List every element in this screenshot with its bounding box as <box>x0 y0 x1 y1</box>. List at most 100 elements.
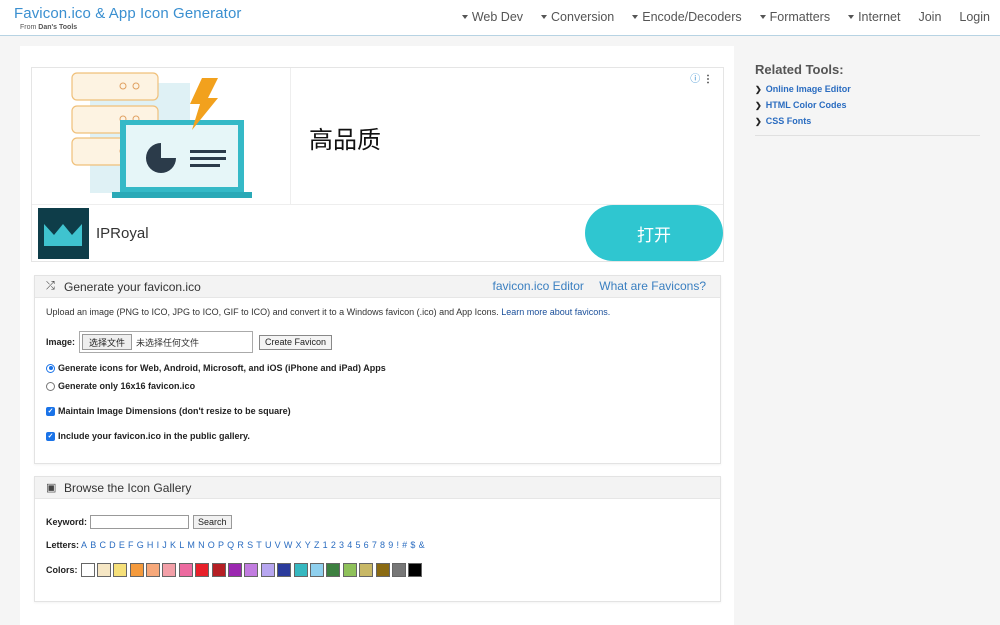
search-button[interactable]: Search <box>193 515 232 529</box>
letter-link[interactable]: C <box>99 540 106 550</box>
sidebar-link[interactable]: Online Image Editor <box>766 84 851 94</box>
letter-link[interactable]: E <box>119 540 125 550</box>
letter-link[interactable]: # <box>402 540 407 550</box>
nav-web-dev[interactable]: Web Dev <box>461 10 523 24</box>
color-swatch[interactable] <box>375 563 390 577</box>
checkbox-public-gallery[interactable]: ✓ <box>46 431 55 441</box>
color-swatch[interactable] <box>309 563 324 577</box>
color-swatch[interactable] <box>228 563 243 577</box>
ad-open-button[interactable]: 打开 <box>585 205 723 261</box>
color-swatch[interactable] <box>244 563 259 577</box>
nav-internet[interactable]: Internet <box>848 10 900 24</box>
keyword-input[interactable] <box>90 515 190 529</box>
letter-link[interactable]: D <box>109 540 116 550</box>
color-swatch[interactable] <box>80 563 95 577</box>
ad-banner[interactable]: 高品质 ⓘ ⋮ <box>32 68 723 204</box>
color-swatch[interactable] <box>146 563 161 577</box>
color-swatch[interactable] <box>342 563 357 577</box>
checkbox-maintain-dimensions[interactable]: ✓ <box>46 406 55 416</box>
brand[interactable]: Favicon.ico & App Icon Generator From Da… <box>14 5 242 31</box>
letter-link[interactable]: Y <box>305 540 311 550</box>
option-maintain-dimensions[interactable]: ✓ Maintain Image Dimensions (don't resiz… <box>46 406 291 416</box>
file-input[interactable]: 选择文件 未选择任何文件 <box>79 331 254 353</box>
letter-link[interactable]: & <box>419 540 425 550</box>
letter-link[interactable]: 8 <box>380 540 385 550</box>
color-swatch[interactable] <box>178 563 193 577</box>
letter-link[interactable]: M <box>187 540 195 550</box>
letter-link[interactable]: J <box>162 540 167 550</box>
what-are-favicons-link[interactable]: What are Favicons? <box>599 279 706 293</box>
color-swatch[interactable] <box>211 563 226 577</box>
color-swatch[interactable] <box>96 563 111 577</box>
color-swatch[interactable] <box>162 563 177 577</box>
choose-file-button[interactable]: 选择文件 <box>82 334 133 350</box>
color-swatch[interactable] <box>391 563 406 577</box>
letter-link[interactable]: W <box>284 540 293 550</box>
letter-link[interactable]: 4 <box>347 540 352 550</box>
letter-link[interactable]: N <box>198 540 205 550</box>
color-swatch[interactable] <box>359 563 374 577</box>
letter-link[interactable]: F <box>128 540 134 550</box>
letter-link[interactable]: 9 <box>388 540 393 550</box>
sidebar-item-html-color-codes[interactable]: ❯ HTML Color Codes <box>755 100 980 110</box>
letter-link[interactable]: 3 <box>339 540 344 550</box>
nav-login[interactable]: Login <box>959 10 990 24</box>
letter-link[interactable]: 1 <box>323 540 328 550</box>
letter-link[interactable]: X <box>296 540 302 550</box>
sidebar-item-online-image-editor[interactable]: ❯ Online Image Editor <box>755 84 980 94</box>
color-swatch[interactable] <box>129 563 144 577</box>
ad-info-icon[interactable]: ⓘ ⋮ <box>690 70 713 85</box>
caret-down-icon <box>632 15 639 19</box>
radio-generate-16[interactable] <box>46 381 55 391</box>
sidebar-item-css-fonts[interactable]: ❯ CSS Fonts <box>755 116 980 126</box>
color-swatch[interactable] <box>260 563 275 577</box>
letter-link[interactable]: $ <box>410 540 415 550</box>
letter-link[interactable]: V <box>275 540 281 550</box>
letter-link[interactable]: 7 <box>372 540 377 550</box>
nav-join[interactable]: Join <box>918 10 941 24</box>
letter-link[interactable]: H <box>147 540 154 550</box>
sidebar-link[interactable]: CSS Fonts <box>766 116 812 126</box>
option-generate-16[interactable]: Generate only 16x16 favicon.ico <box>46 381 195 391</box>
letter-link[interactable]: I <box>157 540 160 550</box>
letter-link[interactable]: Q <box>227 540 234 550</box>
option-generate-all[interactable]: Generate icons for Web, Android, Microso… <box>46 363 386 373</box>
letter-link[interactable]: A <box>81 540 87 550</box>
letter-link[interactable]: T <box>256 540 262 550</box>
color-swatch[interactable] <box>277 563 292 577</box>
shuffle-icon: ⤮ <box>46 280 55 292</box>
sidebar-link[interactable]: HTML Color Codes <box>766 100 847 110</box>
letter-link[interactable]: O <box>208 540 215 550</box>
color-swatch[interactable] <box>113 563 128 577</box>
letter-link[interactable]: 6 <box>364 540 369 550</box>
letter-link[interactable]: R <box>237 540 244 550</box>
color-swatch[interactable] <box>195 563 210 577</box>
color-swatch[interactable] <box>408 563 423 577</box>
site-title[interactable]: Favicon.ico & App Icon Generator <box>14 5 242 22</box>
letter-link[interactable]: G <box>137 540 144 550</box>
letter-link[interactable]: ! <box>396 540 399 550</box>
color-swatch[interactable] <box>326 563 341 577</box>
nav-formatters[interactable]: Formatters <box>759 10 830 24</box>
letter-link[interactable]: 5 <box>355 540 360 550</box>
nav-conversion[interactable]: Conversion <box>541 10 614 24</box>
letter-link[interactable]: B <box>90 540 96 550</box>
letter-link[interactable]: Z <box>314 540 320 550</box>
panel-title: Browse the Icon Gallery <box>64 481 192 495</box>
color-swatch[interactable] <box>293 563 308 577</box>
option-public-gallery[interactable]: ✓ Include your favicon.ico in the public… <box>46 431 250 441</box>
ad-footer[interactable]: IPRoyal 打开 <box>32 204 723 261</box>
letter-link[interactable]: K <box>170 540 176 550</box>
letter-link[interactable]: U <box>265 540 272 550</box>
letter-link[interactable]: 2 <box>331 540 336 550</box>
letter-link[interactable]: P <box>218 540 224 550</box>
radio-generate-all[interactable] <box>46 363 55 373</box>
favicon-editor-link[interactable]: favicon.ico Editor <box>493 279 584 293</box>
letter-link[interactable]: L <box>179 540 184 550</box>
advertisement[interactable]: 高品质 ⓘ ⋮ IPRoyal 打开 <box>31 67 724 262</box>
nav-encode-decoders[interactable]: Encode/Decoders <box>632 10 742 24</box>
create-favicon-button[interactable]: Create Favicon <box>259 334 333 350</box>
letter-link[interactable]: S <box>247 540 253 550</box>
learn-more-link[interactable]: Learn more about favicons. <box>501 307 610 317</box>
ad-menu-icon[interactable]: ⋮ <box>703 74 713 85</box>
